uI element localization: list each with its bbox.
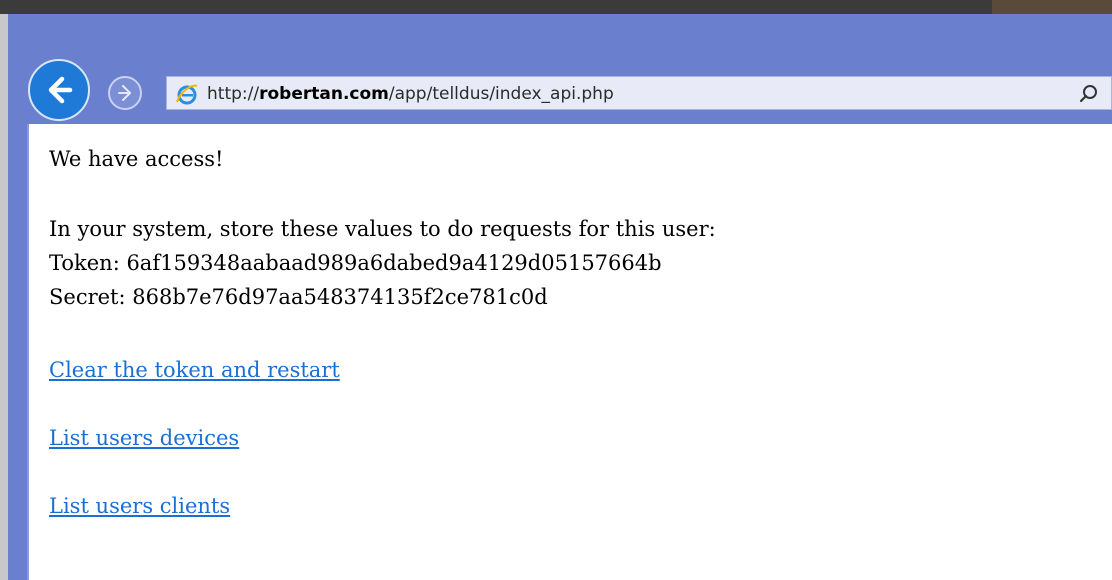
browser-window: http://robertan.com/app/telldus/index_ap… bbox=[8, 14, 1112, 580]
address-bar[interactable]: http://robertan.com/app/telldus/index_ap… bbox=[166, 76, 1112, 110]
clear-token-link[interactable]: Clear the token and restart bbox=[49, 358, 340, 382]
desktop-strip-right bbox=[992, 0, 1112, 14]
address-url[interactable]: http://robertan.com/app/telldus/index_ap… bbox=[207, 83, 614, 105]
back-button[interactable] bbox=[28, 59, 90, 121]
secret-value: Secret: 868b7e76d97aa548374135f2ce781c0d bbox=[49, 285, 548, 309]
list-devices-link[interactable]: List users devices bbox=[49, 426, 239, 450]
instructions-text: In your system, store these values to do… bbox=[49, 217, 716, 241]
background-window-edge bbox=[0, 14, 8, 580]
address-prefix: http:// bbox=[207, 84, 260, 104]
token-value: Token: 6af159348aabaad989a6dabed9a4129d0… bbox=[49, 251, 662, 275]
forward-button[interactable] bbox=[108, 76, 142, 110]
screen: http://robertan.com/app/telldus/index_ap… bbox=[0, 0, 1112, 580]
back-arrow-icon bbox=[48, 76, 73, 104]
forward-arrow-icon bbox=[118, 85, 131, 101]
ie-logo-icon bbox=[176, 84, 198, 105]
browser-toolbar: http://robertan.com/app/telldus/index_ap… bbox=[8, 14, 1112, 124]
desktop-strip bbox=[0, 0, 1112, 14]
address-domain: robertan.com bbox=[259, 84, 389, 104]
address-path: /app/telldus/index_api.php bbox=[388, 84, 614, 104]
search-icon[interactable] bbox=[1077, 82, 1101, 106]
list-clients-link[interactable]: List users clients bbox=[49, 494, 230, 518]
access-heading: We have access! bbox=[49, 147, 224, 171]
page-content: We have access! In your system, store th… bbox=[27, 124, 1112, 580]
